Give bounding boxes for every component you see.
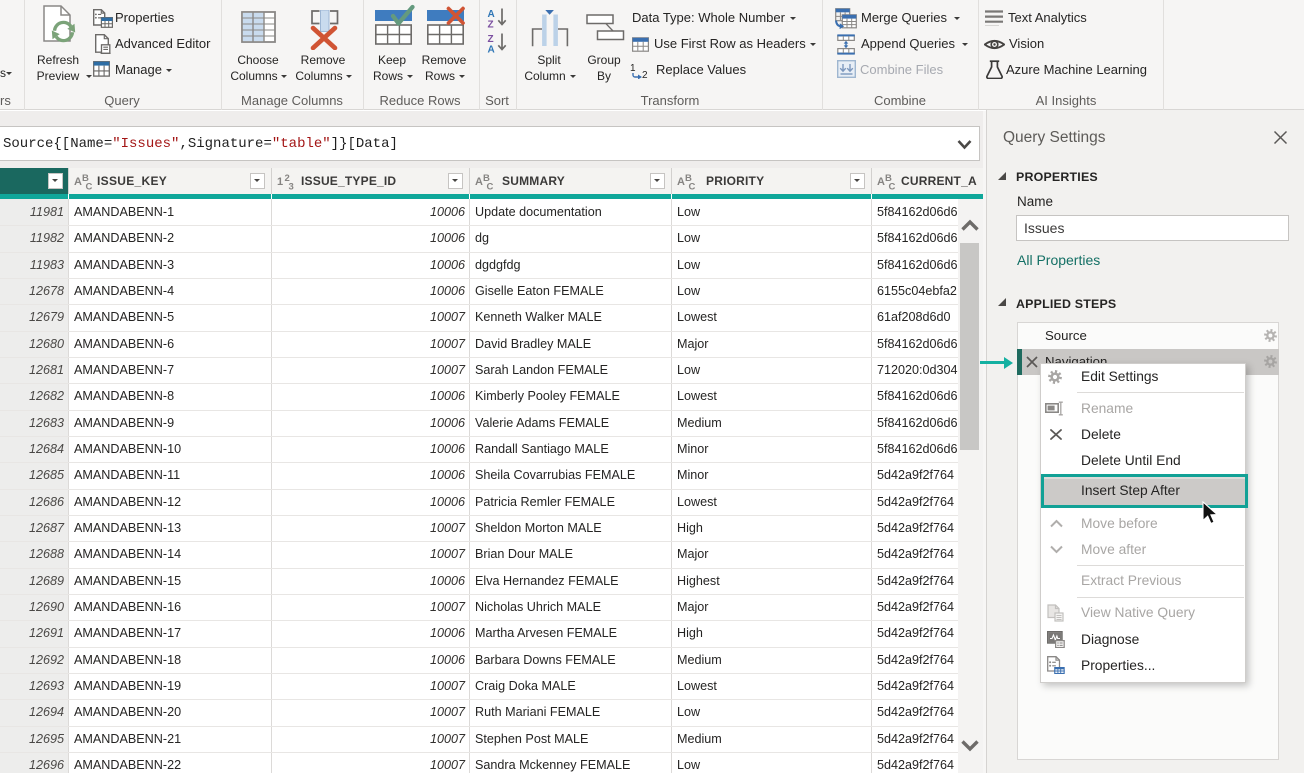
svg-text:3: 3 bbox=[289, 182, 294, 191]
svg-text:Z: Z bbox=[488, 34, 494, 45]
svg-text:C: C bbox=[487, 182, 494, 191]
svg-text:C: C bbox=[86, 182, 93, 191]
svg-text:2: 2 bbox=[642, 70, 648, 79]
svg-text:C: C bbox=[889, 182, 896, 191]
svg-text:Z: Z bbox=[488, 20, 494, 29]
svg-text:A: A bbox=[877, 176, 885, 188]
svg-text:1: 1 bbox=[630, 63, 636, 74]
svg-text:A: A bbox=[74, 176, 82, 188]
svg-text:A: A bbox=[475, 176, 483, 188]
svg-text:A: A bbox=[488, 9, 495, 20]
svg-text:A: A bbox=[677, 176, 685, 188]
svg-text:1: 1 bbox=[277, 176, 283, 188]
svg-text:C: C bbox=[689, 182, 696, 191]
